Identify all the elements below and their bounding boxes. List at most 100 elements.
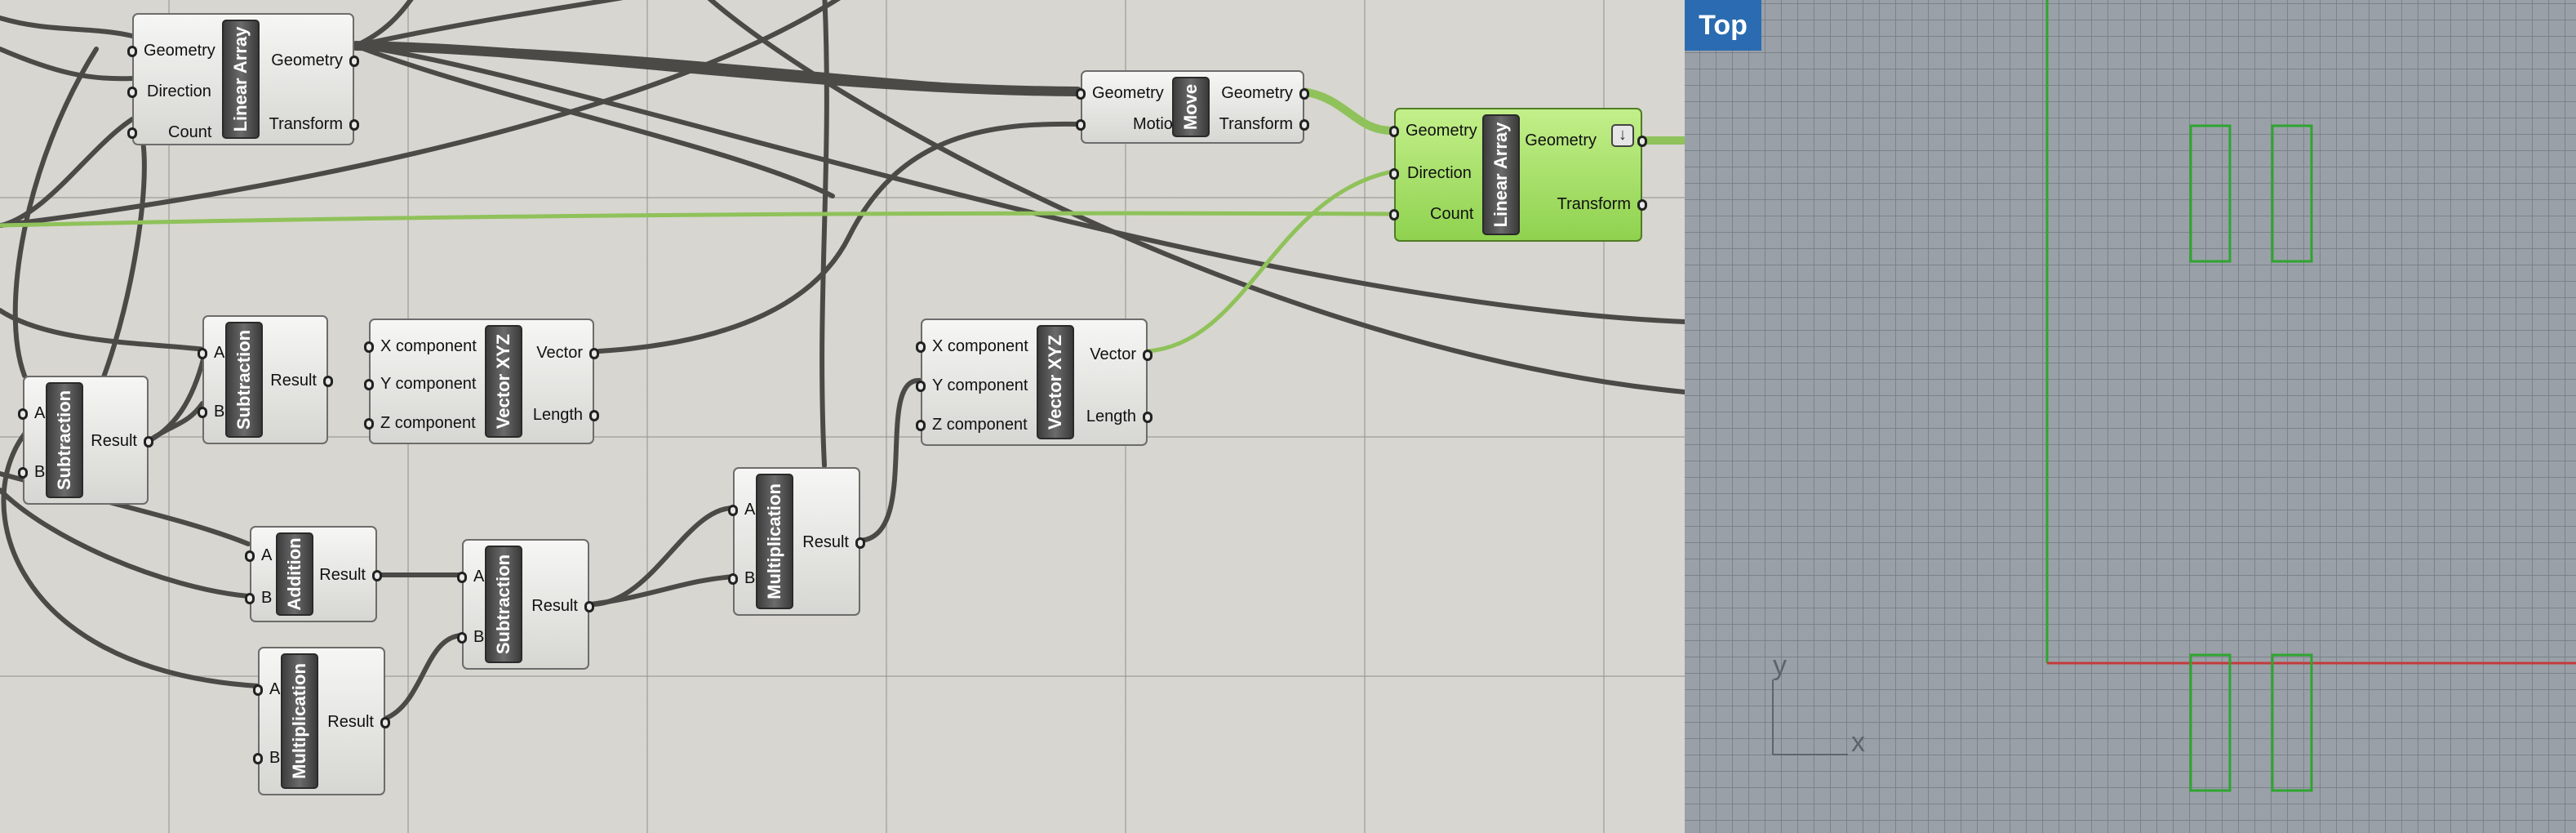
input-port[interactable] — [245, 593, 255, 604]
wire — [0, 308, 208, 352]
input-port[interactable] — [127, 87, 137, 98]
input-port[interactable] — [1076, 88, 1086, 100]
input-port[interactable] — [364, 418, 374, 430]
wire — [856, 377, 923, 543]
output-port[interactable] — [349, 119, 359, 131]
wire — [588, 574, 737, 607]
input-label-a: A — [214, 344, 225, 362]
input-port[interactable] — [1076, 119, 1086, 131]
input-port[interactable] — [18, 467, 28, 479]
input-label-a: A — [261, 546, 273, 564]
input-label-geometry: Geometry — [1406, 122, 1477, 140]
output-port[interactable] — [1637, 136, 1647, 147]
output-label-result: Result — [319, 566, 366, 584]
component-title: Subtraction — [46, 382, 83, 498]
output-port[interactable] — [349, 56, 359, 67]
input-port[interactable] — [457, 632, 467, 644]
subtraction-component[interactable]: A B Subtraction Result — [457, 539, 594, 670]
grasshopper-canvas[interactable]: Geometry Direction Count Linear Array Ge… — [0, 0, 1685, 833]
input-port[interactable] — [916, 381, 926, 392]
output-port[interactable] — [589, 410, 599, 421]
input-port[interactable] — [457, 572, 467, 583]
input-port[interactable] — [728, 505, 738, 516]
axis-label-x: x — [1851, 727, 1865, 758]
linear-array-component[interactable]: Geometry Direction Count Linear Array Ge… — [127, 13, 359, 145]
input-port[interactable] — [198, 348, 207, 359]
component-title: Subtraction — [485, 546, 522, 663]
output-port[interactable] — [1143, 412, 1153, 423]
vector-xyz-component[interactable]: X component Y component Z component Vect… — [916, 318, 1153, 446]
output-label-result: Result — [270, 372, 317, 390]
input-label-b: B — [744, 569, 756, 587]
input-port[interactable] — [18, 408, 28, 420]
input-port[interactable] — [127, 46, 137, 57]
output-port[interactable] — [589, 348, 599, 359]
input-label-a: A — [34, 404, 46, 422]
output-label-result: Result — [531, 597, 578, 615]
multiplication-component[interactable]: A B Multiplication Result — [253, 647, 390, 795]
input-label-z: Z component — [932, 416, 1028, 434]
output-port[interactable] — [855, 537, 865, 549]
output-port[interactable] — [372, 570, 382, 581]
input-port[interactable] — [127, 127, 137, 139]
subtraction-component[interactable]: A B Subtraction Result — [198, 315, 333, 444]
output-label-vector: Vector — [1090, 345, 1136, 363]
input-port[interactable] — [364, 341, 374, 353]
component-title: Vector XYZ — [1037, 325, 1074, 439]
flatten-icon[interactable]: ↓ — [1611, 124, 1634, 147]
input-port[interactable] — [1389, 126, 1399, 137]
input-port[interactable] — [245, 550, 255, 562]
output-label-result: Result — [91, 432, 137, 450]
output-port[interactable] — [380, 717, 390, 728]
input-port[interactable] — [916, 420, 926, 431]
output-label-result: Result — [327, 713, 374, 731]
component-title: Subtraction — [225, 322, 263, 438]
output-label-transform: Transform — [269, 115, 343, 133]
input-port[interactable] — [1389, 209, 1399, 220]
input-port[interactable] — [364, 379, 374, 390]
component-title: Addition — [276, 532, 313, 616]
output-port[interactable] — [584, 601, 594, 612]
output-label-length: Length — [532, 406, 583, 424]
wire — [597, 121, 1080, 354]
input-label-b: B — [261, 589, 273, 607]
viewport-tab-top[interactable]: Top — [1685, 0, 1761, 51]
component-title: Vector XYZ — [485, 325, 522, 438]
rhino-viewport-top[interactable]: Top y x — [1685, 0, 2576, 833]
move-component[interactable]: Geometry Motion Move Geometry Transform — [1076, 70, 1309, 144]
multiplication-component[interactable]: A B Multiplication Result — [728, 467, 865, 616]
input-port[interactable] — [253, 684, 263, 696]
geometry-rect — [2189, 653, 2232, 792]
input-port[interactable] — [253, 753, 263, 764]
input-label-geometry: Geometry — [1092, 84, 1164, 102]
input-port[interactable] — [728, 573, 738, 585]
wire-selected — [1299, 87, 1397, 135]
input-label-y: Y component — [932, 376, 1028, 394]
subtraction-component[interactable]: A B Subtraction Result — [18, 376, 153, 505]
output-port[interactable] — [1143, 350, 1153, 361]
geometry-rect — [2271, 653, 2313, 792]
input-label-direction: Direction — [1407, 164, 1472, 182]
output-port[interactable] — [323, 376, 333, 387]
output-port[interactable] — [1299, 88, 1309, 100]
input-port[interactable] — [1389, 168, 1399, 180]
input-port[interactable] — [916, 341, 926, 353]
input-label-b: B — [214, 403, 225, 421]
output-port[interactable] — [144, 436, 153, 448]
addition-component[interactable]: A B Addition Result — [245, 526, 382, 622]
output-label-vector: Vector — [536, 344, 583, 362]
vector-xyz-component[interactable]: X component Y component Z component Vect… — [364, 318, 599, 444]
input-label-x: X component — [380, 337, 477, 355]
axis-label-y: y — [1773, 650, 1787, 681]
linear-array-component-selected[interactable]: Geometry Direction Count Linear Array Ge… — [1389, 108, 1647, 242]
output-port[interactable] — [1637, 199, 1647, 211]
output-port[interactable] — [1299, 119, 1309, 131]
input-port[interactable] — [198, 407, 207, 418]
viewport-geometry — [1772, 0, 2576, 792]
component-title: Multiplication — [281, 653, 318, 789]
component-title: Multiplication — [756, 474, 793, 609]
component-title: Move — [1172, 77, 1210, 137]
input-label-count: Count — [168, 123, 212, 141]
output-label-geometry: Geometry — [271, 51, 343, 69]
wire — [0, 47, 135, 82]
